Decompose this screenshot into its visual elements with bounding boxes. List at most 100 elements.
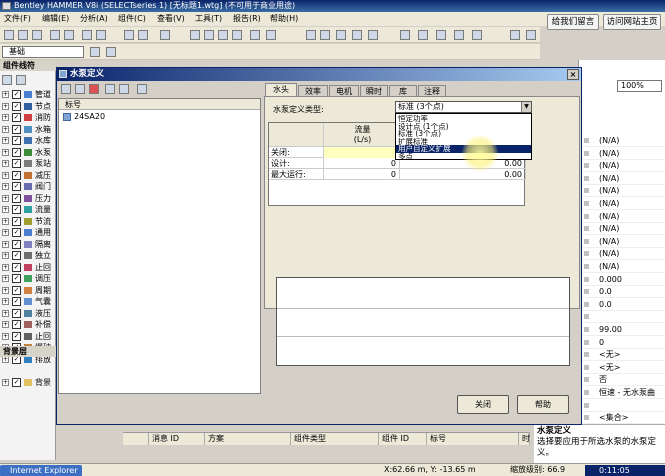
property-row[interactable]: (N/A)	[579, 248, 665, 261]
delete-icon[interactable]	[89, 84, 99, 94]
redo-icon[interactable]	[138, 30, 148, 40]
expand-icon[interactable]: +	[2, 217, 9, 225]
tree-item[interactable]: + ✓ 隔离	[2, 239, 56, 250]
tree-item[interactable]: + ✓ 消防	[2, 112, 56, 123]
property-row[interactable]: (N/A)	[579, 173, 665, 185]
tree-item[interactable]: + ✓ 节流	[2, 216, 56, 227]
scenario-icon[interactable]	[336, 30, 346, 40]
duplicate-icon[interactable]	[75, 84, 85, 94]
table-icon[interactable]	[400, 30, 410, 40]
expand-icon[interactable]: +	[2, 160, 9, 167]
checkbox[interactable]: ✓	[12, 90, 21, 99]
property-row[interactable]: 0.000	[579, 274, 665, 286]
save-icon[interactable]	[32, 30, 42, 40]
checkbox[interactable]: ✓	[12, 308, 21, 318]
options-icon[interactable]	[368, 30, 378, 40]
delete-symbology-icon[interactable]	[16, 75, 26, 85]
property-row[interactable]: (N/A)	[579, 148, 665, 160]
tree-item[interactable]: + ✓ 管道	[2, 89, 56, 100]
property-row[interactable]: 0.0	[579, 286, 665, 299]
property-row[interactable]: 0.0	[579, 299, 665, 311]
tree-item[interactable]: + ✓ 节点	[2, 101, 56, 112]
pan-icon[interactable]	[250, 30, 260, 40]
visit-website-button[interactable]: 访问网站主页	[603, 14, 661, 30]
checkbox[interactable]: ✓	[12, 274, 21, 283]
tree-item[interactable]: + ✓ 止回	[2, 262, 56, 273]
expand-icon[interactable]: +	[2, 252, 9, 259]
expand-icon[interactable]: +	[2, 148, 9, 156]
expand-icon[interactable]: +	[2, 240, 9, 248]
property-row[interactable]: (N/A)	[579, 135, 665, 147]
property-row[interactable]: <无>	[579, 349, 665, 362]
scenario-compute-icon[interactable]	[106, 47, 116, 57]
pump-type-select[interactable]: 标准 (3个点) ▼	[395, 101, 532, 113]
background-item[interactable]: + ✓ 背景	[2, 377, 56, 388]
tree-item[interactable]: + ✓ 水泵	[2, 147, 56, 158]
expand-icon[interactable]: +	[2, 321, 9, 328]
tree-item[interactable]: + ✓ 流量	[2, 204, 56, 215]
tree-item[interactable]: + ✓ 水库	[2, 135, 56, 146]
checkbox[interactable]: ✓	[12, 147, 21, 157]
expand-icon[interactable]: +	[2, 91, 9, 98]
max-flow-cell[interactable]: 0	[324, 169, 400, 180]
menu-report[interactable]: 报告(R)	[233, 12, 261, 26]
new-pump-icon[interactable]	[61, 84, 71, 94]
col-element-id[interactable]: 组件 ID	[379, 433, 427, 445]
cut-icon[interactable]	[82, 30, 92, 40]
expand-icon[interactable]: +	[2, 102, 9, 110]
col-message-id[interactable]: 消息 ID	[149, 433, 205, 445]
expand-icon[interactable]: +	[2, 263, 9, 271]
property-row[interactable]: 0	[579, 337, 665, 349]
graph-icon[interactable]	[418, 30, 428, 40]
property-row[interactable]: (N/A)	[579, 185, 665, 198]
property-row[interactable]: (N/A)	[579, 223, 665, 236]
checkbox[interactable]: ✓	[12, 297, 21, 306]
menu-view[interactable]: 查看(V)	[157, 12, 185, 26]
leave-message-button[interactable]: 给我们留言	[547, 14, 599, 30]
checkbox[interactable]: ✓	[12, 170, 21, 180]
expand-icon[interactable]: +	[2, 114, 9, 121]
tree-item[interactable]: + ✓ 周期	[2, 285, 56, 296]
menu-components[interactable]: 组件(C)	[118, 12, 146, 26]
stop-icon[interactable]	[510, 30, 520, 40]
expand-icon[interactable]: +	[2, 206, 9, 213]
checkbox[interactable]: ✓	[12, 239, 21, 249]
col-element-type[interactable]: 组件类型	[291, 433, 379, 445]
menu-help[interactable]: 帮助(H)	[270, 12, 298, 26]
checkbox[interactable]: ✓	[12, 320, 21, 329]
compute-icon[interactable]	[306, 30, 316, 40]
property-row[interactable]: (N/A)	[579, 160, 665, 173]
checkbox[interactable]: ✓	[12, 193, 21, 203]
expand-icon[interactable]: +	[2, 194, 9, 202]
checkbox[interactable]: ✓	[12, 124, 21, 134]
help-button[interactable]: 帮助	[517, 395, 569, 414]
tree-item[interactable]: + ✓ 液压	[2, 308, 56, 319]
tab-head[interactable]: 水头	[265, 83, 297, 97]
print-icon[interactable]	[50, 30, 60, 40]
property-row[interactable]: (N/A)	[579, 211, 665, 223]
profile-icon[interactable]	[436, 30, 446, 40]
menu-analysis[interactable]: 分析(A)	[80, 12, 108, 26]
refresh-icon[interactable]	[266, 30, 276, 40]
property-row[interactable]: 恒速 - 无水泵曲	[579, 387, 665, 399]
zoom-in-icon[interactable]	[218, 30, 228, 40]
report-icon[interactable]	[119, 84, 129, 94]
checkbox[interactable]: ✓	[12, 262, 21, 272]
dialog-close-button[interactable]: ×	[567, 69, 579, 80]
design-flow-cell[interactable]: 0	[324, 158, 400, 169]
checkbox[interactable]: ✓	[12, 113, 21, 122]
contour-icon[interactable]	[454, 30, 464, 40]
property-row[interactable]: 99.00	[579, 324, 665, 336]
expand-icon[interactable]: +	[2, 332, 9, 340]
max-head-cell[interactable]: 0.00	[400, 169, 526, 180]
property-row[interactable]: (N/A)	[579, 198, 665, 210]
new-symbology-icon[interactable]	[2, 75, 12, 85]
tree-item[interactable]: + ✓ 补偿	[2, 319, 56, 330]
validate-icon[interactable]	[320, 30, 330, 40]
scenario-select[interactable]: 基础	[2, 46, 84, 58]
list-item[interactable]: 24SA20	[63, 112, 105, 122]
property-zoom-select[interactable]: 100%	[617, 80, 662, 92]
preview-icon[interactable]	[64, 30, 74, 40]
checkbox[interactable]: ✓	[12, 205, 21, 214]
tree-item[interactable]: + ✓ 调压	[2, 273, 56, 284]
